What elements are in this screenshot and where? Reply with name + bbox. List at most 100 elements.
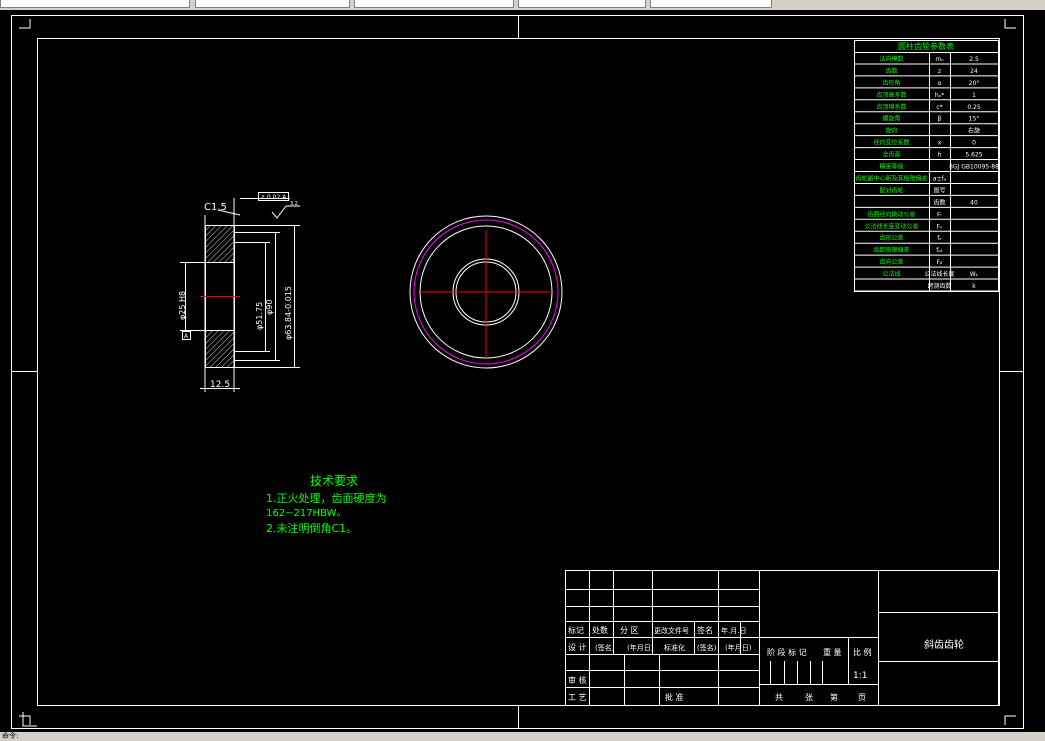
param-cell: 2.5 — [969, 56, 979, 63]
param-cell: β — [938, 116, 942, 123]
param-cell: 8GJ GB10095-88 — [949, 164, 999, 171]
design-label: 设 计 — [568, 642, 587, 652]
param-cell: 15° — [969, 116, 980, 123]
param-cell: 跨测齿数 — [927, 282, 951, 290]
process-label: 工 艺 — [568, 693, 587, 702]
param-cell: 0 — [972, 140, 976, 147]
param-cell: k — [972, 283, 976, 290]
params-title: 圆柱齿轮参数表 — [898, 41, 954, 51]
param-cell: 齿圈径向跳动公差 — [867, 210, 915, 218]
gear-section-view: C1.5 ↗ 0.02 A 3.2 12.5 φ25 H8 φ51.75 φ90… — [178, 192, 300, 392]
standard-label: 标准化 — [664, 643, 685, 652]
rev-label-date: 年.月.日 — [721, 626, 746, 635]
param-cell: 齿向公差 — [879, 258, 903, 266]
param-cell: 0.25 — [967, 104, 981, 111]
param-cell: fₚₜ — [936, 247, 943, 254]
sheets-unit-label: 张 — [805, 693, 813, 702]
stage-mark-label: 阶 段 标 记 — [767, 647, 807, 657]
runout-label: ↗ 0.02 A — [260, 194, 287, 201]
rev-label-sign: 签名 — [697, 625, 713, 635]
param-cell: 公法线长度变动公差 — [864, 222, 918, 230]
width-dimension: 12.5 — [210, 380, 230, 390]
pitch-dimension: φ51.75 — [255, 302, 264, 330]
design-date: (年月日) — [627, 643, 654, 652]
tech-req-title: 技术要求 — [310, 474, 358, 488]
param-cell: fₑ — [937, 235, 942, 242]
bore-dimension: φ25 H8 — [178, 291, 187, 320]
param-cell: 配对齿轮 — [879, 186, 903, 194]
param-cell: Fᵣ — [937, 211, 942, 218]
section-hatch-bottom — [206, 330, 234, 367]
param-cell: 法向模数 — [879, 55, 903, 63]
tab-drawing-4[interactable] — [650, 0, 772, 8]
rev-label-mark: 标记 — [568, 625, 584, 635]
tip-dimension: φ63.84-0.015 — [284, 286, 293, 340]
rev-label-count: 处数 — [592, 625, 608, 635]
datum-label: A — [184, 333, 189, 340]
design-sign: (签名) — [595, 643, 615, 652]
scale-label: 比 例 — [853, 647, 872, 657]
param-cell: mₙ — [935, 56, 944, 63]
param-cell: 径向变位系数 — [873, 139, 909, 147]
param-cell: 图号 — [933, 187, 945, 194]
approve-label: 批 准 — [665, 692, 684, 702]
param-cell: hₐ* — [935, 92, 944, 99]
param-cell: 旋向 — [885, 127, 897, 135]
scale-value: 1:1 — [853, 671, 867, 681]
tech-req-line3: 2.未注明倒角C1。 — [266, 521, 357, 535]
param-cell: 齿轮副中心距及其极限偏差 — [855, 174, 927, 182]
param-cell: 全齿高 — [882, 151, 900, 159]
param-cell: 齿距极限偏差 — [873, 246, 909, 254]
param-cell: 精度等级 — [879, 163, 903, 171]
tab-drawing-1[interactable] — [195, 0, 350, 8]
param-cell: 20° — [969, 80, 980, 87]
title-block: 标记 处数 分 区 更改文件号 签名 年.月.日 设 计 (签名) (年月日) … — [565, 570, 999, 706]
param-cell: x — [938, 140, 942, 147]
tech-req-line2: 162~217HBW。 — [266, 508, 346, 519]
toolbar-icons[interactable] — [0, 0, 190, 8]
part-name: 斜齿齿轮 — [924, 638, 964, 651]
param-cell: 齿形角 — [882, 79, 900, 87]
param-cell: α — [938, 80, 942, 87]
sheet-no-label: 第 — [830, 692, 838, 702]
param-cell: 齿数 — [933, 198, 945, 206]
param-cell: 螺旋角 — [882, 115, 900, 123]
param-cell: c* — [936, 104, 942, 111]
param-cell: 5.625 — [965, 152, 982, 159]
roughness-label: 3.2 — [290, 201, 298, 207]
tab-drawing-2[interactable] — [354, 0, 514, 8]
command-line[interactable]: 命令: — [0, 732, 1045, 741]
rev-label-docno: 更改文件号 — [654, 626, 689, 635]
param-cell: 齿形公差 — [879, 234, 903, 242]
drawing-canvas[interactable]: 圆柱齿轮参数表 法向模数 mₙ 2.5 齿数 z 24 齿形角 α 20° 齿顶高系数 hₐ* 1 齿顶… — [0, 10, 1045, 732]
tech-req-line1: 1.正火处理，齿面硬度为 — [266, 491, 387, 505]
param-cell: Fᵦ — [937, 259, 943, 266]
param-cell: 右旋 — [968, 127, 980, 135]
tab-drawing-3[interactable] — [518, 0, 646, 8]
param-cell: 齿数 — [885, 67, 897, 75]
weight-label: 重 量 — [823, 647, 842, 657]
standard-sign: (签名) — [697, 643, 717, 652]
param-cell: 24 — [970, 68, 978, 75]
gear-parameter-table: 圆柱齿轮参数表 法向模数 mₙ 2.5 齿数 z 24 齿形角 α 20° 齿顶高系数 hₐ* 1 齿顶… — [854, 40, 999, 292]
param-cell: Fᵥ — [937, 223, 943, 230]
standard-date: (年月日) — [725, 643, 752, 652]
tab-bar — [0, 0, 1045, 10]
param-cell: z — [938, 68, 941, 75]
technical-requirements: 技术要求 1.正火处理，齿面硬度为 162~217HBW。 2.未注明倒角C1。 — [266, 474, 387, 535]
param-cell: 1 — [972, 92, 976, 99]
page-label: 页 — [858, 693, 866, 702]
param-cell: Wₖ — [970, 271, 979, 278]
root-dimension: φ90 — [265, 300, 274, 315]
param-cell: a±fₐ — [933, 175, 946, 182]
gear-front-view — [409, 215, 563, 369]
param-cell: 公法线 — [882, 270, 900, 278]
review-label: 审 核 — [568, 675, 587, 685]
param-cell: 齿顶隙系数 — [876, 103, 906, 111]
rev-label-zone: 分 区 — [620, 626, 639, 635]
param-cell: 40 — [970, 199, 978, 206]
param-cell: 齿顶高系数 — [876, 91, 906, 99]
param-cell: h — [938, 152, 942, 159]
sheets-total-label: 共 — [775, 693, 783, 702]
section-hatch-top — [206, 226, 234, 262]
